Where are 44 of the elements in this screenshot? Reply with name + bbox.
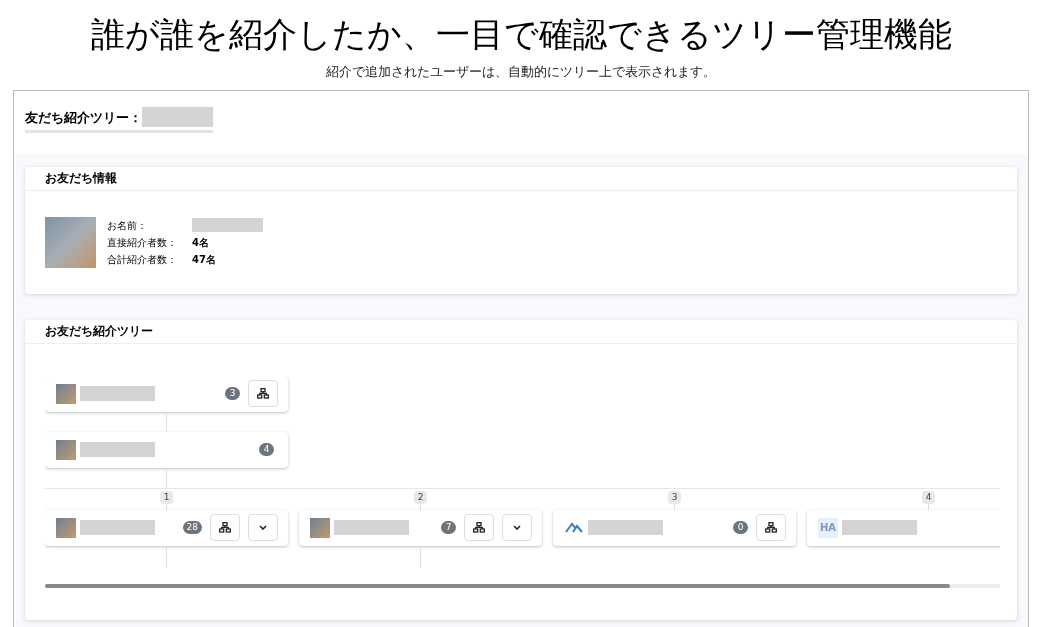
hierarchy-icon [219,522,231,533]
show-tree-button[interactable] [248,380,278,407]
field-label: 直接紹介者数： [107,235,178,250]
tree-node-card[interactable]: HA [807,509,1000,546]
child-index-tag: 4 [921,490,936,504]
initials-avatar: HA [818,517,838,538]
show-tree-button[interactable] [210,514,240,541]
headline: 誰が誰を紹介したか、一目で確認できるツリー管理機能 [90,13,952,56]
subheadline: 紹介で追加されたユーザーは、自動的にツリー上で表示されます。 [326,63,716,81]
tree-node-card[interactable]: 3 [45,375,288,412]
show-tree-button[interactable] [756,514,786,541]
field-label: 合計紹介者数： [107,252,178,267]
avatar-photo-placeholder [56,383,76,404]
tree-node-card[interactable]: 0 [553,509,796,546]
referral-count-badge: 4 [259,443,274,456]
hierarchy-icon [257,388,269,399]
referral-count-badge: 28 [182,521,202,534]
avatar-photo-placeholder [56,439,76,460]
chevron-down-icon [513,525,521,530]
profile-photo-placeholder [45,216,96,268]
show-tree-button[interactable] [464,514,494,541]
horizontal-scrollbar-thumb[interactable] [45,583,950,588]
field-label: お名前： [107,218,148,233]
card-title: お友だち紹介ツリー [45,323,153,340]
tree-node-card[interactable]: 4 [45,431,288,468]
child-index-tag: 1 [159,490,174,504]
card-title: お友だち情報 [45,170,117,187]
hierarchy-icon [765,522,777,533]
page-title: 友だち紹介ツリー： [25,108,142,127]
redacted-name-bar [142,107,213,128]
field-value: 47名 [192,252,216,267]
referral-count-badge: 7 [441,521,456,534]
chevron-down-icon [259,525,267,530]
field-value: 4名 [192,235,209,250]
tree-node-card[interactable]: 28 [45,509,288,546]
hierarchy-icon [473,522,485,533]
referral-count-badge: 0 [733,521,748,534]
avatar-photo-placeholder [310,517,330,538]
avatar-photo-placeholder [56,517,76,538]
child-index-tag: 3 [667,490,682,504]
child-index-tag: 2 [413,490,428,504]
referral-count-badge: 3 [225,387,240,400]
tree-node-card[interactable]: 7 [299,509,542,546]
redacted-name-bar [192,218,263,232]
